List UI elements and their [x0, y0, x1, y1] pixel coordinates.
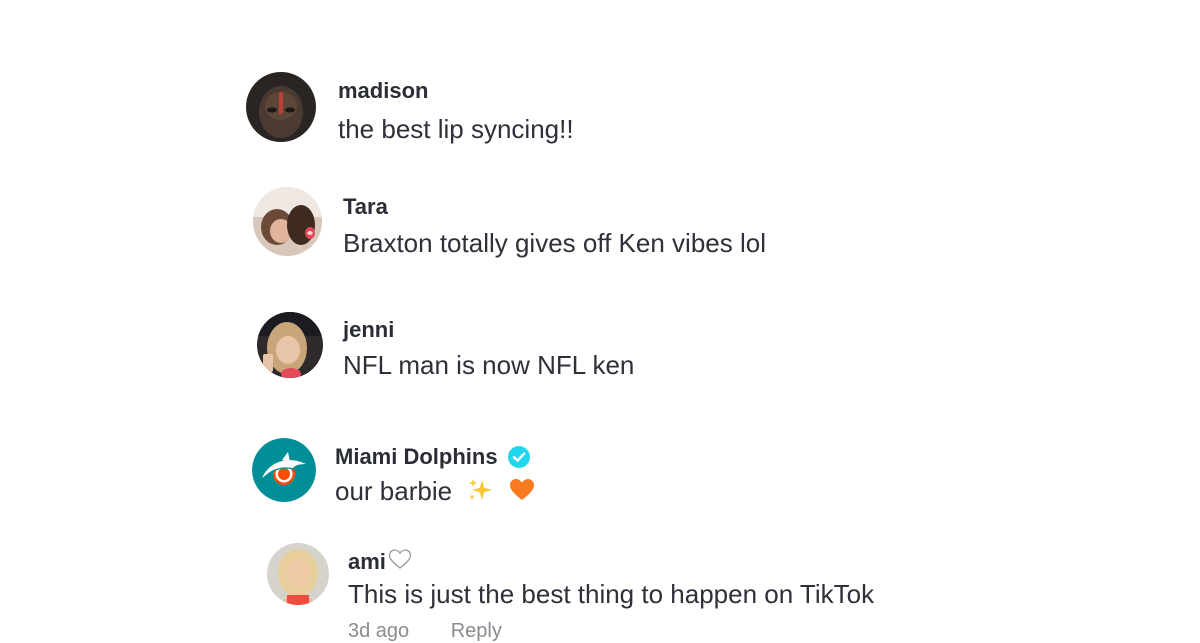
avatar-image — [267, 543, 329, 605]
avatar[interactable] — [253, 187, 322, 256]
comment-username[interactable]: jenni — [343, 317, 394, 343]
dolphins-logo-icon — [252, 438, 316, 502]
verified-badge-icon — [507, 446, 530, 468]
username-label: Tara — [343, 194, 388, 219]
username-label: Miami Dolphins — [335, 444, 498, 469]
comment-text-label: our barbie — [335, 476, 453, 506]
comment-username[interactable]: Tara — [343, 194, 388, 220]
comment-text: Braxton totally gives off Ken vibes lol — [343, 228, 766, 258]
comment-text: NFL man is now NFL ken — [343, 350, 635, 380]
avatar[interactable] — [257, 312, 323, 378]
comment-username[interactable]: Miami Dolphins — [335, 444, 530, 470]
username-label: madison — [338, 78, 429, 103]
avatar[interactable] — [252, 438, 316, 502]
comment-meta: 3d ago Reply — [348, 620, 538, 643]
comment-username[interactable]: madison — [338, 78, 428, 104]
comment-text: our barbie — [335, 476, 535, 510]
avatar-image — [257, 312, 323, 378]
comment-text: the best lip syncing!! — [338, 114, 574, 144]
orange-heart-icon — [509, 477, 535, 510]
avatar[interactable] — [267, 543, 329, 605]
sparkles-icon — [467, 477, 493, 510]
comment-age: 3d ago — [348, 620, 410, 642]
reply-button[interactable]: Reply — [451, 620, 502, 642]
avatar-image — [246, 72, 316, 142]
avatar[interactable] — [246, 72, 316, 142]
avatar-image — [253, 187, 322, 256]
comment-text: This is just the best thing to happen on… — [348, 579, 875, 609]
username-label: ami — [348, 549, 386, 574]
white-heart-icon — [388, 548, 412, 576]
comment-username[interactable]: ami — [348, 548, 412, 576]
username-label: jenni — [343, 317, 395, 342]
